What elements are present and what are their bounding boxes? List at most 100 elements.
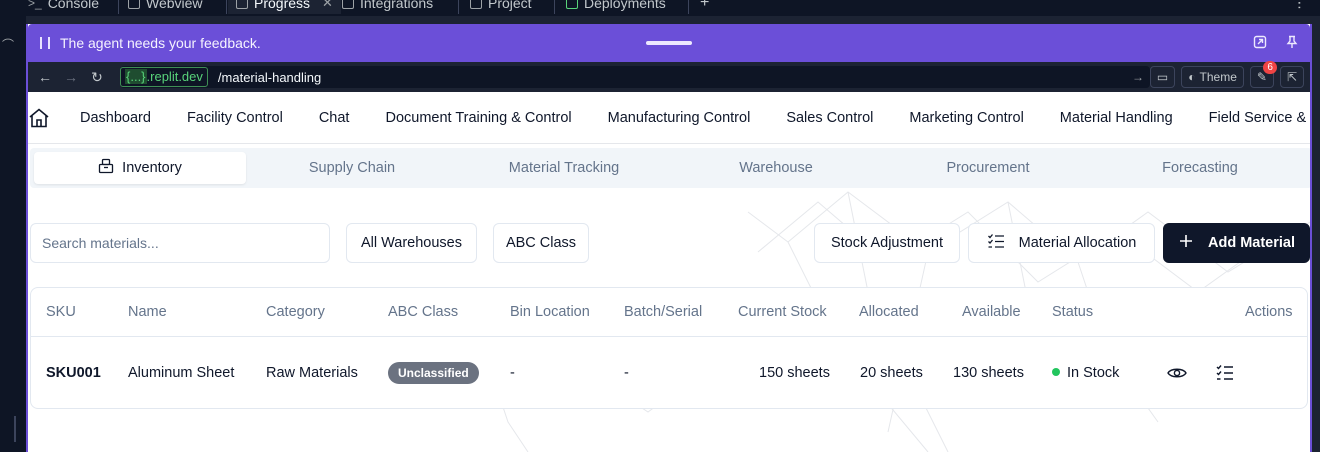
ide-tab-project[interactable]: Project (470, 0, 532, 14)
pin-icon[interactable] (1284, 35, 1300, 51)
cell-name: Aluminum Sheet (128, 365, 235, 381)
nav-sales-control[interactable]: Sales Control (786, 110, 873, 126)
button-label: Material Allocation (1018, 235, 1137, 251)
status-label: In Stock (1067, 365, 1120, 381)
pause-icon[interactable] (40, 37, 50, 49)
divider (118, 0, 119, 14)
abc-class-filter-select[interactable]: ABC Class (493, 223, 589, 263)
ide-tab-label: Integrations (360, 0, 434, 11)
reload-icon[interactable]: ↻ (84, 69, 110, 86)
add-material-button[interactable]: Add Material (1163, 223, 1310, 263)
cell-allocated: 20 sheets (860, 365, 923, 381)
cell-category: Raw Materials (266, 365, 358, 381)
new-tab-button[interactable]: + (700, 0, 709, 12)
open-external-icon[interactable]: ⇱ (1279, 66, 1304, 88)
ide-tab-progress[interactable]: Progress ✕ (228, 0, 341, 14)
devtools-button[interactable]: ✎ 6 (1249, 61, 1277, 88)
cell-sku: SKU001 (46, 365, 101, 381)
checklist-icon (987, 233, 1005, 253)
nav-dashboard[interactable]: Dashboard (80, 110, 151, 126)
close-icon[interactable]: ✕ (322, 0, 333, 11)
theme-label: Theme (1199, 70, 1237, 84)
inventory-toolbar: All Warehouses ABC Class Stock Adjustmen… (28, 223, 1310, 263)
ide-tab-webview[interactable]: Webview (128, 0, 203, 14)
table-row[interactable]: SKU001 Aluminum Sheet Raw Materials Uncl… (31, 337, 1307, 409)
column-header-bin-location[interactable]: Bin Location (510, 304, 590, 320)
console-icon: >_ (28, 0, 42, 10)
select-value: All Warehouses (360, 235, 462, 251)
nav-document-training[interactable]: Document Training & Control (385, 110, 571, 126)
host-prefix: {...} (125, 69, 147, 84)
plus-icon (1178, 233, 1194, 253)
ide-tab-label: Progress (254, 0, 311, 11)
home-icon[interactable] (28, 107, 50, 128)
resize-handle[interactable] (14, 416, 16, 442)
forward-icon[interactable]: → (58, 69, 84, 85)
tab-forecasting[interactable]: Forecasting (1094, 152, 1306, 184)
package-icon (98, 158, 114, 178)
agent-feedback-bar[interactable]: The agent needs your feedback. (28, 24, 1310, 62)
column-header-actions: Actions (1245, 304, 1293, 320)
chart-icon (236, 0, 248, 9)
tab-label: Supply Chain (308, 160, 396, 176)
ide-tab-strip: >_ Console Webview Progress ✕ Integrations… (0, 0, 1320, 16)
tab-warehouse[interactable]: Warehouse (670, 152, 882, 184)
tab-material-tracking[interactable]: Material Tracking (458, 152, 670, 184)
cell-batch-serial: - (624, 365, 629, 381)
folder-icon (470, 0, 482, 9)
nav-material-handling[interactable]: Material Handling (1060, 110, 1173, 126)
ide-tab-label: Webview (146, 0, 203, 11)
button-label: Add Material (1207, 235, 1295, 251)
allocate-checklist-icon[interactable] (1213, 361, 1237, 385)
view-icon[interactable] (1165, 361, 1189, 385)
warehouse-filter-select[interactable]: All Warehouses (346, 223, 477, 263)
status-badge: In Stock (1052, 365, 1119, 381)
tab-supply-chain[interactable]: Supply Chain (246, 152, 458, 184)
theme-button[interactable]: ◐ Theme (1181, 66, 1244, 88)
url-host: {...}.replit.dev (120, 67, 208, 87)
column-header-batch-serial[interactable]: Batch/Serial (624, 304, 702, 320)
go-arrow-icon[interactable]: → (1132, 70, 1144, 84)
device-icon[interactable]: ▭ (1149, 66, 1176, 88)
rail-icon[interactable]: ⌒ (2, 36, 14, 53)
palette-icon: ◐ (1188, 70, 1196, 84)
column-header-name[interactable]: Name (128, 304, 167, 320)
column-header-current-stock[interactable]: Current Stock (738, 304, 827, 320)
browser-url-bar: ← → ↻ {...}.replit.dev /material-handlin… (28, 61, 1310, 92)
column-header-available[interactable]: Available (962, 304, 1021, 320)
column-header-abc-class[interactable]: ABC Class (388, 304, 458, 320)
divider (554, 0, 555, 14)
nav-facility-control[interactable]: Facility Control (187, 110, 283, 126)
notification-badge: 6 (1263, 61, 1277, 74)
column-header-sku[interactable]: SKU (46, 304, 76, 320)
column-header-category[interactable]: Category (266, 304, 325, 320)
divider (458, 0, 459, 14)
back-icon[interactable]: ← (32, 69, 58, 85)
search-input[interactable] (30, 223, 330, 263)
inventory-table: SKU Name Category ABC Class Bin Location… (30, 287, 1308, 409)
nav-chat[interactable]: Chat (319, 110, 350, 126)
ide-tab-integrations[interactable]: Integrations (342, 0, 433, 14)
divider (226, 0, 227, 14)
monitor-icon (128, 0, 140, 9)
ide-tab-label: Console (47, 0, 100, 11)
nav-field-service[interactable]: Field Service & W (1209, 110, 1310, 126)
cell-bin-location: - (510, 365, 515, 381)
stock-adjustment-button[interactable]: Stock Adjustment (814, 223, 960, 263)
tab-label: Material Tracking (508, 160, 620, 176)
more-options-icon[interactable]: ⋯ (1292, 0, 1308, 9)
ide-tab-console[interactable]: >_ Console (28, 0, 99, 14)
ide-tab-label: Project (488, 0, 532, 11)
column-header-status[interactable]: Status (1052, 304, 1093, 320)
material-allocation-button[interactable]: Material Allocation (968, 223, 1155, 263)
tab-inventory[interactable]: Inventory (34, 152, 246, 184)
tab-procurement[interactable]: Procurement (882, 152, 1094, 184)
expand-icon[interactable] (1252, 35, 1268, 51)
drag-handle[interactable] (646, 41, 692, 45)
nav-marketing-control[interactable]: Marketing Control (909, 110, 1023, 126)
column-header-allocated[interactable]: Allocated (859, 304, 919, 320)
ide-tab-deployments[interactable]: Deployments (566, 0, 666, 14)
url-input[interactable]: {...}.replit.dev /material-handling → (120, 66, 1150, 88)
nav-manufacturing-control[interactable]: Manufacturing Control (608, 110, 751, 126)
tab-label: Warehouse (739, 160, 813, 176)
